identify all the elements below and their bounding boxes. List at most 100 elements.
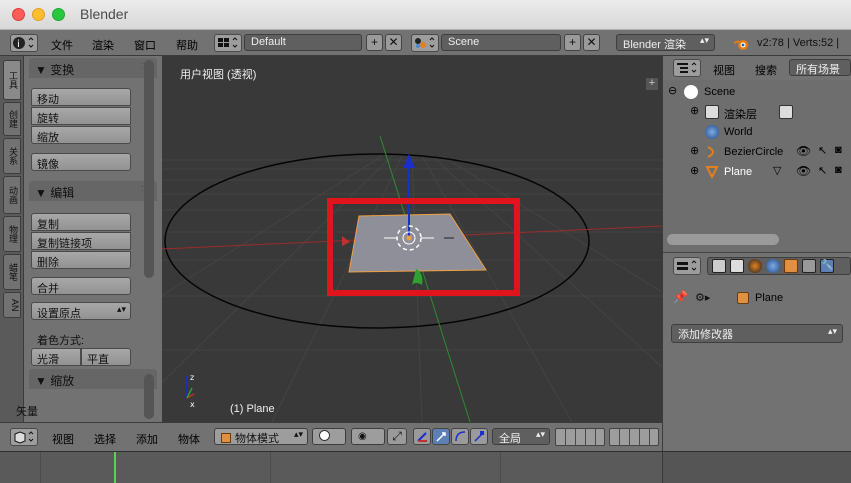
- menu-help[interactable]: 帮助: [176, 37, 198, 53]
- scale-manipulator-icon[interactable]: [470, 428, 488, 445]
- cursor-select-icon[interactable]: ↖: [818, 144, 827, 157]
- render-layers-tab-icon[interactable]: [730, 259, 744, 273]
- render-tab-icon[interactable]: [712, 259, 726, 273]
- expand-icon[interactable]: ⊕: [690, 104, 699, 117]
- shading-label: 着色方式:: [37, 335, 85, 347]
- constraints-tab-icon[interactable]: [802, 259, 816, 273]
- outliner-hscrollbar[interactable]: [667, 234, 779, 245]
- manipulator-toggle-icon[interactable]: ⤢: [387, 428, 407, 445]
- set-origin-dropdown[interactable]: 设置原点 ▴▾: [31, 302, 131, 320]
- pivot-point-dropdown[interactable]: ◉: [351, 428, 385, 445]
- expand-properties-icon[interactable]: +: [646, 78, 658, 90]
- z-arrow-head-icon[interactable]: [403, 154, 415, 168]
- editor-type-button[interactable]: [673, 59, 701, 77]
- delete-button[interactable]: 删除: [31, 251, 131, 269]
- tab-grease-pencil[interactable]: 蜡笔: [3, 254, 21, 290]
- viewport-shading-dropdown[interactable]: [312, 428, 346, 445]
- editor-type-button[interactable]: [10, 428, 38, 446]
- close-window-button[interactable]: [12, 8, 25, 21]
- menu-window[interactable]: 窗口: [134, 37, 156, 53]
- timeline[interactable]: [0, 451, 851, 483]
- scene-tab-icon[interactable]: [748, 259, 762, 273]
- plane-object[interactable]: [348, 213, 487, 273]
- menu-object[interactable]: 物体: [178, 431, 200, 447]
- eye-icon[interactable]: 👁: [796, 144, 811, 158]
- transform-panel-header[interactable]: ▼ 变换 ::::: [29, 58, 157, 78]
- operator-scrollbar[interactable]: [144, 374, 154, 419]
- expand-icon[interactable]: ⊕: [690, 144, 699, 157]
- outliner-search-menu[interactable]: 搜索: [755, 62, 777, 78]
- rotate-manipulator-icon[interactable]: [451, 428, 469, 445]
- rotate-button[interactable]: 旋转: [31, 107, 131, 125]
- menu-file[interactable]: 文件: [51, 37, 73, 53]
- zoom-window-button[interactable]: [52, 8, 65, 21]
- translate-manipulator-icon[interactable]: [432, 428, 450, 445]
- screen-layout-field[interactable]: Default: [244, 34, 362, 51]
- edit-panel-header[interactable]: ▼ 编辑 ::::: [29, 181, 157, 201]
- x-arrow-head-icon[interactable]: [342, 236, 350, 246]
- outliner-item-render-layers[interactable]: ⊕ 渲染层: [663, 103, 851, 123]
- tool-shelf-scrollbar[interactable]: [144, 60, 154, 278]
- outliner-item-world[interactable]: World: [663, 123, 851, 143]
- render-layer-icon: [779, 105, 793, 119]
- scale-button[interactable]: 缩放: [31, 126, 131, 144]
- menu-select[interactable]: 选择: [94, 431, 116, 447]
- remove-scene-icon[interactable]: ✕: [583, 34, 600, 51]
- menu-view[interactable]: 视图: [52, 431, 74, 447]
- eye-icon[interactable]: 👁: [796, 164, 811, 178]
- current-frame-marker[interactable]: [114, 452, 116, 483]
- tab-animation[interactable]: 动画: [3, 176, 21, 214]
- render-engine-dropdown[interactable]: Blender 渲染 ▴▾: [616, 34, 715, 51]
- edit-panel-title: ▼ 编辑: [35, 186, 75, 200]
- camera-render-icon[interactable]: ◙: [835, 144, 842, 156]
- join-button[interactable]: 合并: [31, 277, 131, 295]
- 3d-viewport[interactable]: z x 用户视图 (透视) (1) Plane +: [162, 56, 662, 422]
- object-mode-icon: [221, 433, 231, 443]
- shade-smooth-button[interactable]: 光滑: [31, 348, 81, 366]
- outliner-item-scene[interactable]: ⊖ Scene: [663, 83, 851, 103]
- add-screen-icon[interactable]: +: [366, 34, 383, 51]
- view-name-label: 用户视图 (透视): [180, 69, 257, 81]
- cursor-select-icon[interactable]: ↖: [818, 164, 827, 177]
- manipulator-axes-icon[interactable]: [413, 428, 431, 445]
- translate-button[interactable]: 移动: [31, 88, 131, 106]
- screen-layout-icon-button[interactable]: [214, 34, 242, 52]
- editor-type-button[interactable]: [673, 257, 701, 275]
- collapse-icon[interactable]: ⊖: [668, 84, 677, 97]
- add-modifier-dropdown[interactable]: 添加修改器 ▴▾: [671, 324, 843, 343]
- editor-type-button[interactable]: i: [10, 34, 38, 52]
- scale-panel-header[interactable]: ▼ 缩放: [29, 369, 157, 389]
- scene-icon-button[interactable]: [411, 34, 439, 52]
- tab-create[interactable]: 创建: [3, 102, 21, 136]
- shade-flat-button[interactable]: 平直: [81, 348, 131, 366]
- layer-buttons-left[interactable]: [555, 428, 605, 446]
- object-context-icon: ⚙▸: [695, 292, 711, 304]
- menu-add[interactable]: 添加: [136, 431, 158, 447]
- outliner-display-filter[interactable]: 所有场景: [789, 59, 851, 76]
- mode-dropdown[interactable]: 物体模式 ▴▾: [214, 428, 308, 445]
- scene-field[interactable]: Scene: [441, 34, 561, 51]
- pin-icon[interactable]: 📌: [673, 290, 688, 304]
- menu-render[interactable]: 渲染: [92, 37, 114, 53]
- outliner-item-beziercircle[interactable]: ⊕ BezierCircle 👁 ↖ ◙: [663, 143, 851, 163]
- minimize-window-button[interactable]: [32, 8, 45, 21]
- outliner-item-plane[interactable]: ⊕ Plane ▽ 👁 ↖ ◙: [663, 163, 851, 183]
- tab-relations[interactable]: 关系: [3, 138, 21, 174]
- layer-buttons-right[interactable]: [609, 428, 659, 446]
- remove-screen-icon[interactable]: ✕: [385, 34, 402, 51]
- add-scene-icon[interactable]: +: [564, 34, 581, 51]
- expand-icon[interactable]: ⊕: [690, 164, 699, 177]
- tab-an[interactable]: AN: [3, 292, 21, 318]
- outliner-view-menu[interactable]: 视图: [713, 62, 735, 78]
- tab-tools[interactable]: 工具: [3, 60, 21, 100]
- modifiers-wrench-tab-icon[interactable]: 🔧: [820, 259, 834, 273]
- transform-orientation-dropdown[interactable]: 全局 ▴▾: [492, 428, 550, 445]
- duplicate-linked-button[interactable]: 复制链接项: [31, 232, 131, 250]
- object-tab-icon[interactable]: [784, 259, 798, 273]
- tab-physics[interactable]: 物理: [3, 216, 21, 252]
- camera-render-icon[interactable]: ◙: [835, 164, 842, 176]
- duplicate-button[interactable]: 复制: [31, 213, 131, 231]
- mirror-button[interactable]: 镜像: [31, 153, 131, 171]
- mesh-data-icon: ▽: [773, 165, 782, 177]
- world-tab-icon[interactable]: [766, 259, 780, 273]
